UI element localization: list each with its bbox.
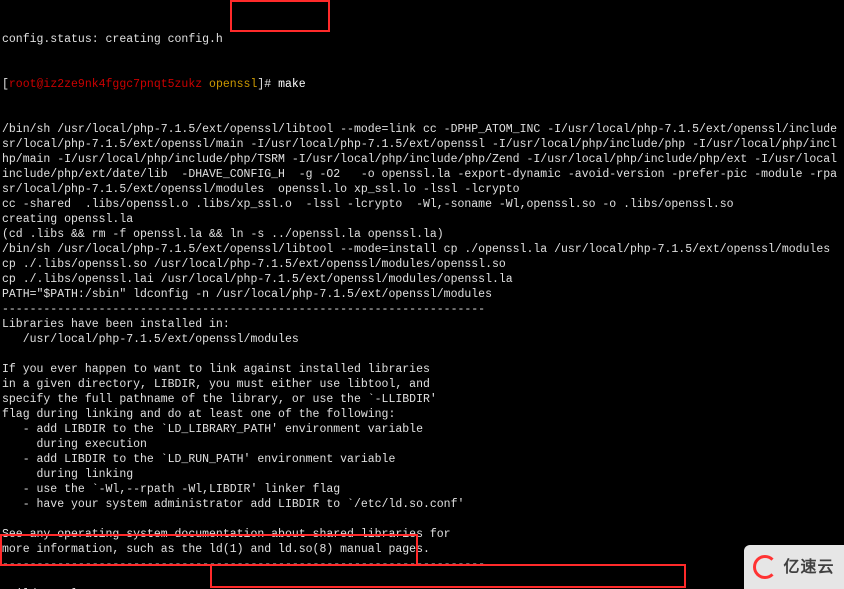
watermark-text: 亿速云: [783, 560, 834, 575]
command-make: make: [278, 78, 306, 91]
output-line: config.status: creating config.h: [2, 33, 223, 46]
prompt-path: openssl: [209, 78, 257, 91]
make-output: /bin/sh /usr/local/php-7.1.5/ext/openssl…: [2, 122, 842, 589]
annotation-box-make: [230, 0, 330, 32]
prompt-line-make: [root@iz2ze9nk4fggc7pnqt5zukz openssl]# …: [2, 77, 842, 92]
terminal-window[interactable]: config.status: creating config.h [root@i…: [0, 0, 844, 589]
prompt-user: root@iz2ze9nk4fggc7pnqt5zukz: [9, 78, 202, 91]
watermark-badge: 亿速云: [744, 545, 844, 589]
